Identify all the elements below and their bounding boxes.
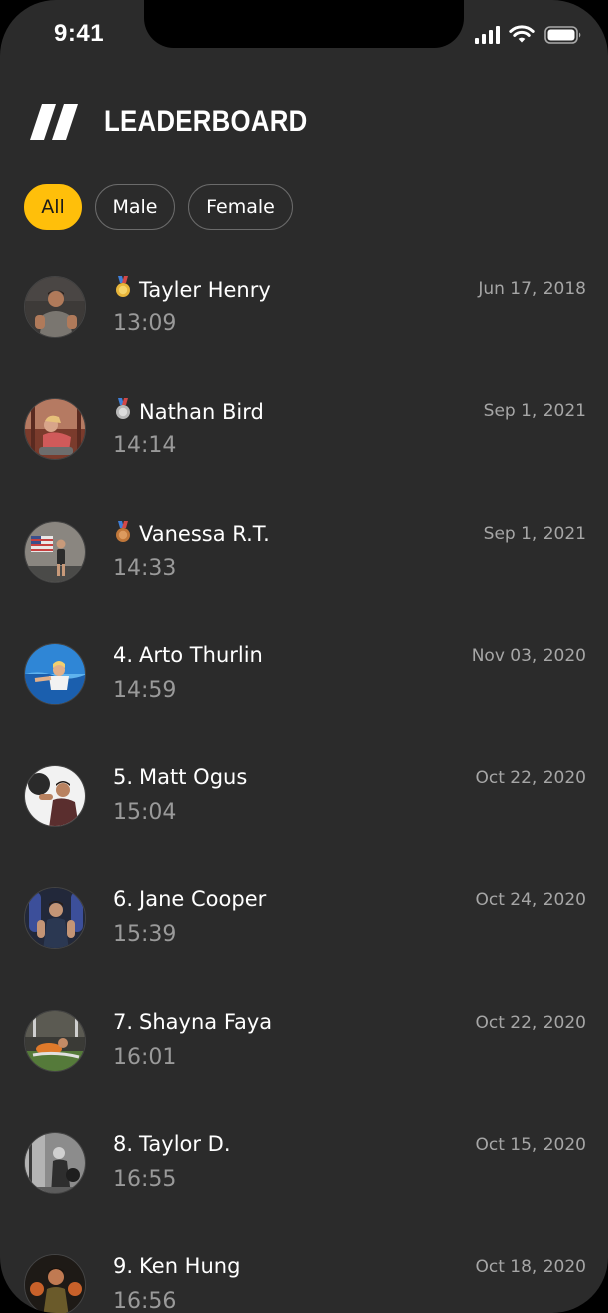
leaderboard-row[interactable]: Tayler Henry 13:09 Jun 17, 2018 bbox=[0, 262, 608, 384]
page-header: LEADERBOARD bbox=[30, 102, 341, 142]
device-notch bbox=[144, 0, 464, 48]
leaderboard-row[interactable]: 6. Jane Cooper 15:39 Oct 24, 2020 bbox=[0, 873, 608, 995]
filter-male-chip[interactable]: Male bbox=[95, 184, 175, 230]
entry-name-line: Nathan Bird bbox=[113, 398, 264, 425]
entry-rank: 6. bbox=[113, 887, 134, 912]
bronze-medal-icon bbox=[113, 520, 133, 548]
entry-name-line: Tayler Henry bbox=[113, 276, 271, 303]
battery-icon bbox=[544, 26, 581, 44]
entry-name: Arto Thurlin bbox=[139, 642, 263, 667]
avatar bbox=[24, 276, 86, 338]
double-slash-logo-icon bbox=[30, 104, 78, 140]
filter-female-chip[interactable]: Female bbox=[188, 184, 293, 230]
leaderboard-row[interactable]: Vanessa R.T. 14:33 Sep 1, 2021 bbox=[0, 507, 608, 629]
silver-medal-icon bbox=[113, 398, 133, 425]
entry-name: Vanessa R.T. bbox=[139, 522, 270, 547]
leaderboard-row[interactable]: 9. Ken Hung 16:56 Oct 18, 2020 bbox=[0, 1240, 608, 1313]
entry-time: 13:09 bbox=[113, 311, 177, 336]
entry-name: Shayna Faya bbox=[139, 1009, 273, 1034]
entry-date: Sep 1, 2021 bbox=[483, 401, 586, 422]
avatar bbox=[24, 520, 86, 583]
entry-rank: 5. bbox=[113, 765, 134, 790]
entry-name-line: 5. Matt Ogus bbox=[113, 765, 247, 789]
entry-rank: 7. bbox=[113, 1009, 134, 1034]
entry-date: Jun 17, 2018 bbox=[478, 279, 586, 299]
page-title: LEADERBOARD bbox=[104, 105, 308, 138]
entry-date: Oct 18, 2020 bbox=[475, 1257, 587, 1278]
entry-time: 14:59 bbox=[113, 677, 177, 703]
entry-date: Oct 24, 2020 bbox=[475, 890, 587, 911]
entry-time: 15:04 bbox=[113, 800, 177, 826]
entry-time: 14:14 bbox=[113, 433, 177, 459]
leaderboard-row[interactable]: 8. Taylor D. 16:55 Oct 15, 2020 bbox=[0, 1118, 608, 1240]
entry-date: Nov 03, 2020 bbox=[471, 645, 586, 666]
avatar bbox=[24, 1132, 86, 1195]
entry-name-line: 4. Arto Thurlin bbox=[113, 643, 263, 667]
cellular-signal-icon bbox=[475, 26, 500, 44]
entry-time: 16:01 bbox=[113, 1044, 177, 1070]
entry-time: 16:55 bbox=[113, 1167, 177, 1193]
entry-rank: 9. bbox=[113, 1254, 134, 1279]
status-icons bbox=[475, 24, 582, 46]
entry-name: Nathan Bird bbox=[139, 399, 264, 424]
entry-date: Oct 15, 2020 bbox=[475, 1135, 587, 1156]
avatar bbox=[24, 1254, 86, 1313]
entry-name: Ken Hung bbox=[139, 1254, 241, 1279]
status-time: 9:41 bbox=[54, 20, 105, 47]
entry-time: 16:56 bbox=[113, 1289, 177, 1313]
avatar bbox=[24, 398, 86, 461]
entry-rank: 8. bbox=[113, 1132, 134, 1157]
leaderboard-list: Tayler Henry 13:09 Jun 17, 2018 Nathan B… bbox=[0, 262, 608, 1313]
entry-name-line: 7. Shayna Faya bbox=[113, 1010, 272, 1034]
entry-time: 15:39 bbox=[113, 922, 177, 948]
phone-screen: 9:41 LEADERBOARD All Male Female Tayler … bbox=[0, 0, 608, 1313]
filter-all-chip[interactable]: All bbox=[24, 184, 82, 230]
entry-rank: 4. bbox=[113, 642, 134, 667]
entry-name-line: 9. Ken Hung bbox=[113, 1254, 240, 1278]
entry-name: Matt Ogus bbox=[139, 765, 248, 790]
entry-date: Oct 22, 2020 bbox=[475, 1012, 587, 1033]
entry-name: Taylor D. bbox=[139, 1132, 231, 1157]
avatar bbox=[24, 1009, 86, 1072]
entry-name-line: 6. Jane Cooper bbox=[113, 887, 266, 911]
avatar bbox=[24, 887, 86, 950]
entry-name-line: 8. Taylor D. bbox=[113, 1132, 231, 1156]
entry-date: Sep 1, 2021 bbox=[483, 523, 586, 544]
leaderboard-row[interactable]: 7. Shayna Faya 16:01 Oct 22, 2020 bbox=[0, 996, 608, 1118]
entry-name: Tayler Henry bbox=[139, 277, 271, 302]
wifi-icon bbox=[509, 25, 535, 43]
leaderboard-row[interactable]: Nathan Bird 14:14 Sep 1, 2021 bbox=[0, 384, 608, 506]
gender-filter: All Male Female bbox=[24, 184, 293, 230]
avatar bbox=[24, 642, 86, 705]
entry-name: Jane Cooper bbox=[139, 887, 267, 912]
entry-time: 14:33 bbox=[113, 555, 177, 581]
entry-date: Oct 22, 2020 bbox=[475, 768, 587, 789]
avatar bbox=[24, 765, 86, 828]
leaderboard-row[interactable]: 4. Arto Thurlin 14:59 Nov 03, 2020 bbox=[0, 629, 608, 751]
entry-name-line: Vanessa R.T. bbox=[113, 520, 270, 548]
gold-medal-icon bbox=[113, 276, 133, 303]
leaderboard-row[interactable]: 5. Matt Ogus 15:04 Oct 22, 2020 bbox=[0, 751, 608, 873]
